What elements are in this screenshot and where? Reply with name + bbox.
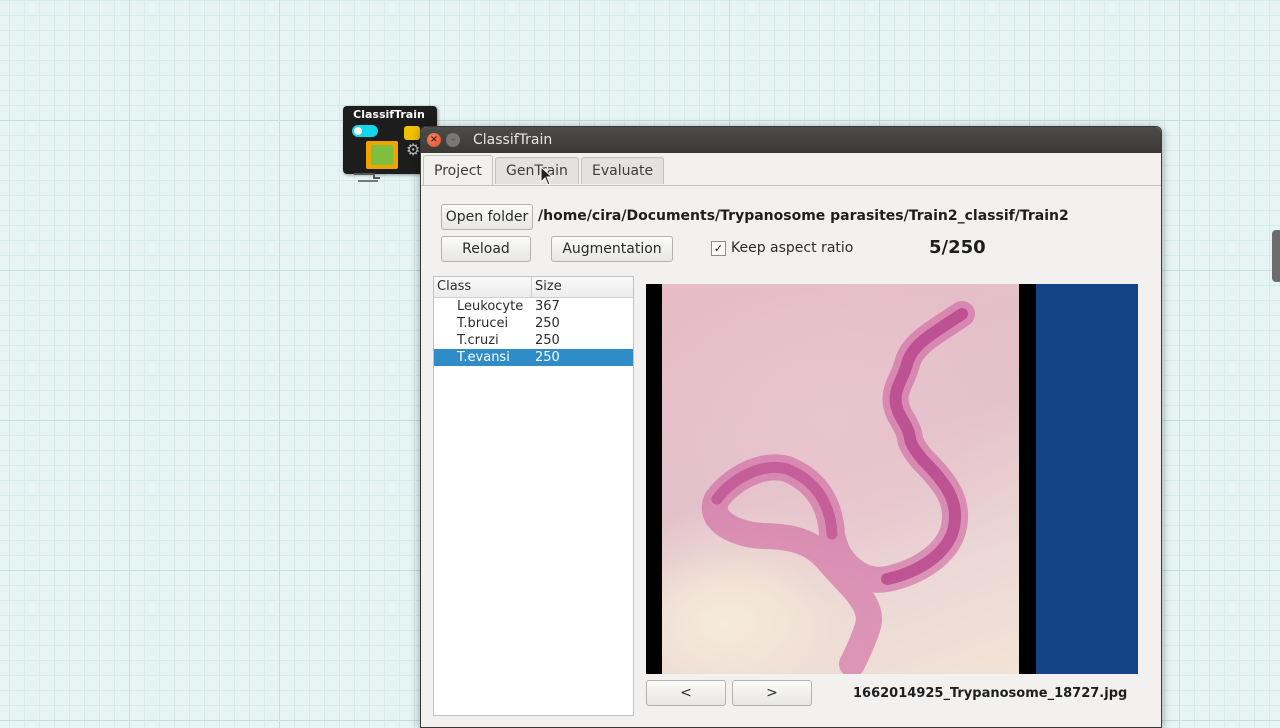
class-name: T.brucei [457, 316, 509, 331]
column-header-class[interactable]: Class [437, 279, 471, 294]
window-titlebar[interactable]: × – ClassifTrain [421, 127, 1161, 153]
augmentation-button[interactable]: Augmentation [551, 236, 673, 262]
column-header-size[interactable]: Size [535, 279, 562, 294]
canvas-scrollbar[interactable] [1272, 230, 1280, 282]
class-size: 250 [535, 350, 560, 365]
class-name: T.cruzi [457, 333, 499, 348]
gear-icon[interactable]: ⚙ [406, 142, 420, 158]
window-title: ClassifTrain [473, 132, 553, 148]
mouse-cursor-icon [540, 166, 554, 186]
table-row[interactable]: Leukocyte 367 [434, 298, 633, 315]
node-output-arrow-icon [354, 173, 380, 182]
tab-gentrain[interactable]: GenTrain [495, 157, 579, 184]
class-name: T.evansi [457, 350, 510, 365]
next-image-button[interactable]: > [732, 680, 812, 706]
node-status-indicator [404, 126, 420, 140]
class-size: 250 [535, 316, 560, 331]
class-table-header: Class Size [434, 277, 633, 298]
keep-aspect-label[interactable]: Keep aspect ratio [731, 240, 853, 256]
table-row[interactable]: T.brucei 250 [434, 315, 633, 332]
tab-project[interactable]: Project [423, 155, 493, 186]
open-folder-button[interactable]: Open folder [441, 204, 533, 230]
keep-aspect-checkbox[interactable]: ✓ [711, 241, 726, 256]
classiftrain-window: × – ClassifTrain Project GenTrain Evalua… [420, 126, 1162, 728]
table-row[interactable]: T.cruzi 250 [434, 332, 633, 349]
class-name: Leukocyte [457, 299, 524, 314]
reload-button[interactable]: Reload [441, 236, 531, 262]
close-icon[interactable]: × [427, 133, 441, 147]
class-size: 367 [535, 299, 560, 314]
table-row-selected[interactable]: T.evansi 250 [434, 349, 633, 366]
previous-image-button[interactable]: < [646, 680, 726, 706]
tab-evaluate[interactable]: Evaluate [581, 157, 665, 184]
image-counter: 5/250 [929, 237, 986, 258]
image-viewer[interactable] [646, 284, 1138, 674]
sample-image [662, 284, 1019, 674]
folder-path: /home/cira/Documents/Trypanosome parasit… [538, 208, 1069, 224]
project-panel: Open folder /home/cira/Documents/Trypano… [421, 185, 1161, 727]
minimize-icon[interactable]: – [446, 133, 460, 147]
image-filename: 1662014925_Trypanosome_18727.jpg [853, 686, 1128, 701]
class-size: 250 [535, 333, 560, 348]
class-table[interactable]: Class Size Leukocyte 367 T.brucei 250 T.… [433, 276, 634, 716]
node-toggle-switch[interactable] [352, 125, 378, 137]
node-title: ClassifTrain [353, 108, 425, 121]
tab-bar: Project GenTrain Evaluate [421, 155, 1161, 186]
node-network-icon[interactable] [366, 141, 398, 169]
